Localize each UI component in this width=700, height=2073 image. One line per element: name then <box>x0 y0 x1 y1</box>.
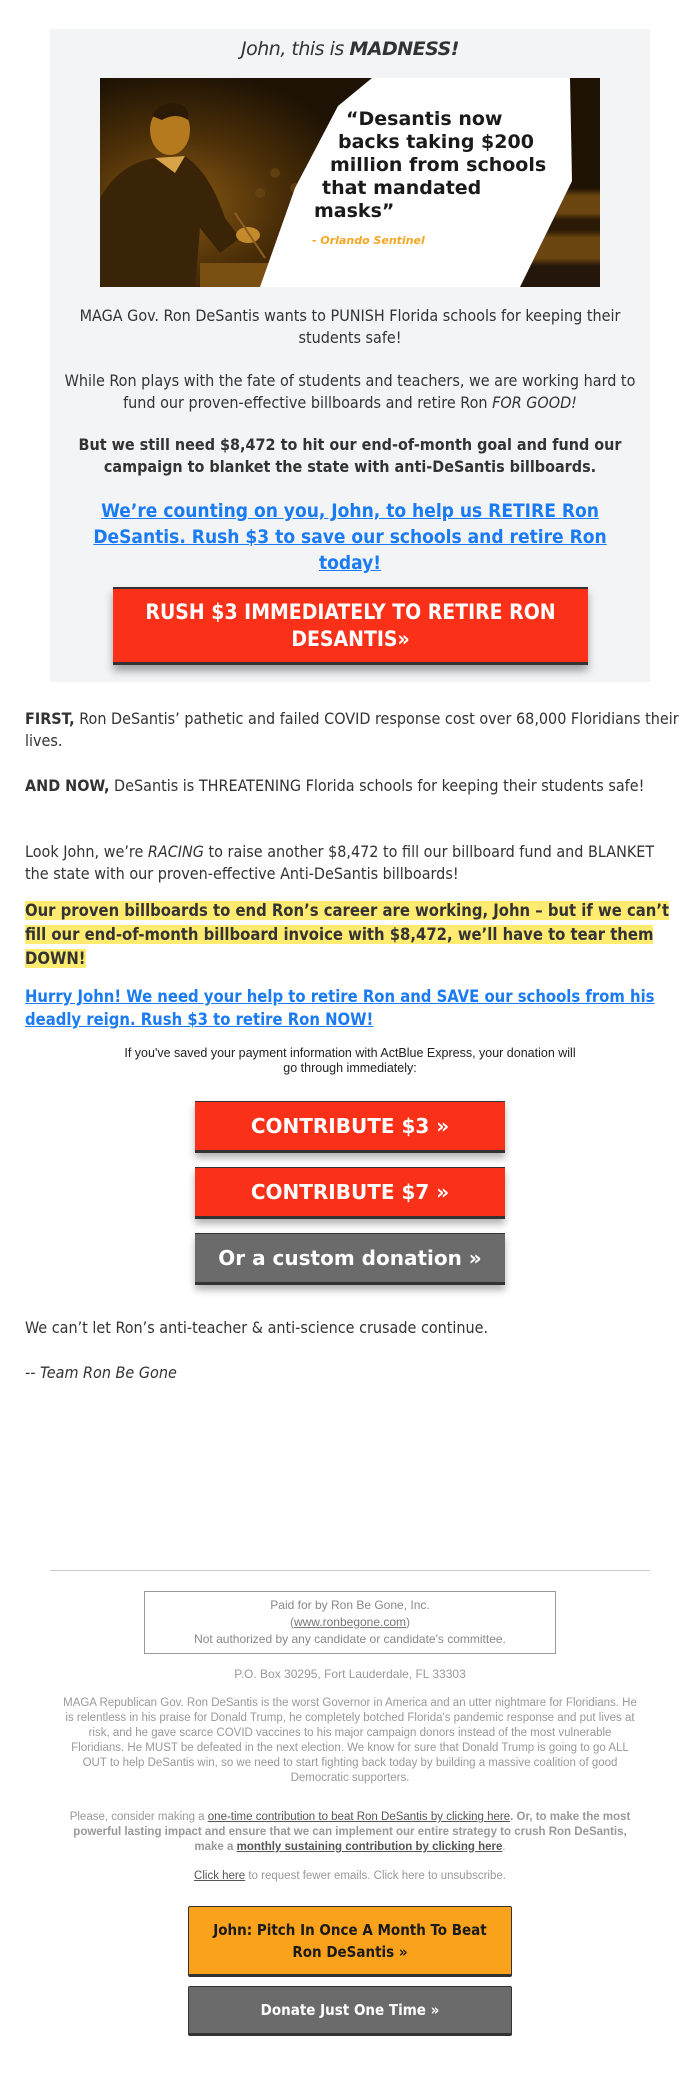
footer-divider <box>50 1570 650 1571</box>
hero-section: John, this is MADNESS! “Desantis now bac… <box>50 29 650 682</box>
custom-donation-button[interactable]: Or a custom donation » <box>195 1233 505 1285</box>
one-time-contribution-link[interactable]: one-time contribution to beat Ron DeSant… <box>208 1811 510 1823</box>
quote-line: “Desantis now <box>346 108 503 130</box>
paid-for-text: Paid for by Ron Be Gone, Inc. <box>270 1598 430 1612</box>
hero-image[interactable]: “Desantis now backs taking $200 million … <box>100 78 600 287</box>
hero-title-emphasis: MADNESS! <box>349 38 459 60</box>
hero-paragraph-fund-emphasis: FOR GOOD! <box>492 393 577 412</box>
contribute-7-button[interactable]: CONTRIBUTE $7 » <box>195 1167 505 1219</box>
monthly-donation-button[interactable]: John: Pitch In Once A Month To Beat Ron … <box>188 1906 512 1977</box>
paragraph-and-now-text: DeSantis is THREATENING Florida schools … <box>109 776 645 795</box>
website-link[interactable]: www.ronbegone.com <box>294 1615 406 1629</box>
paid-for-disclaimer-box: Paid for by Ron Be Gone, Inc. (www.ronbe… <box>144 1591 556 1654</box>
paragraph-first: FIRST, Ron DeSantis’ pathetic and failed… <box>25 708 680 752</box>
quote-source: - Orlando Sentinel <box>312 234 425 247</box>
rush-3-button[interactable]: RUSH $3 IMMEDIATELY TO RETIRE RON DESANT… <box>113 587 588 665</box>
paragraph-racing-prefix: Look John, we’re <box>25 842 148 861</box>
paragraph-and-now-lead: AND NOW, <box>25 776 110 795</box>
hero-paragraph-goal: But we still need $8,472 to hit our end-… <box>78 435 622 476</box>
hero-title-prefix: John, this is <box>241 38 350 60</box>
paragraph-racing-emphasis: RACING <box>147 842 204 861</box>
quote-line: masks” <box>314 200 395 222</box>
contribute-3-button[interactable]: CONTRIBUTE $3 » <box>195 1101 505 1153</box>
footer-about-text: MAGA Republican Gov. Ron DeSantis is the… <box>63 1697 637 1784</box>
authorization-disclaimer: Not authorized by any candidate or candi… <box>194 1632 506 1646</box>
one-time-donation-button[interactable]: Donate Just One Time » <box>188 1986 512 2036</box>
monthly-contribution-link[interactable]: monthly sustaining contribution by click… <box>237 1841 503 1853</box>
cta-end: . <box>502 1841 506 1853</box>
website-line: (www.ronbegone.com) <box>145 1614 555 1631</box>
hero-paragraph-fund: While Ron plays with the fate of student… <box>50 370 650 414</box>
paragraph-and-now: AND NOW, DeSantis is THREATENING Florida… <box>25 775 680 797</box>
actblue-express-note: If you've saved your payment information… <box>124 1046 576 1075</box>
quote-text: “Desantis now backs taking $200 million … <box>310 108 560 223</box>
highlighted-text: Our proven billboards to end Ron’s caree… <box>25 901 670 968</box>
cta-prefix: Please, consider making a <box>69 1811 208 1823</box>
hurry-donate-link[interactable]: Hurry John! We need your help to retire … <box>25 985 680 1031</box>
signature: -- Team Ron Be Gone <box>25 1363 177 1382</box>
unsubscribe-text: to request fewer emails. Click here to u… <box>245 1870 506 1882</box>
highlighted-paragraph: Our proven billboards to end Ron’s caree… <box>25 899 680 971</box>
paragraph-racing: Look John, we’re RACING to raise another… <box>25 841 680 885</box>
fewer-emails-link[interactable]: Click here <box>194 1870 245 1882</box>
mailing-address: P.O. Box 30295, Fort Lauderdale, FL 3330… <box>234 1667 466 1681</box>
paragraph-first-lead: FIRST, <box>25 709 75 728</box>
hero-donate-link[interactable]: We’re counting on you, John, to help us … <box>50 498 650 576</box>
quote-line: million from schools <box>330 154 547 176</box>
closing-paragraph: We can’t let Ron’s anti-teacher & anti-s… <box>25 1318 489 1337</box>
unsubscribe-line: Click here to request fewer emails. Clic… <box>0 1870 700 1882</box>
hero-paragraph-punish: MAGA Gov. Ron DeSantis wants to PUNISH F… <box>79 306 621 347</box>
footer-contribution-cta: Please, consider making a one-time contr… <box>62 1810 638 1855</box>
paragraph-first-text: Ron DeSantis’ pathetic and failed COVID … <box>25 709 679 750</box>
quote-line: backs taking $200 <box>338 131 534 153</box>
hero-title: John, this is MADNESS! <box>50 38 650 60</box>
website-paren-close: ) <box>406 1615 411 1629</box>
quote-line: that mandated <box>322 177 482 199</box>
